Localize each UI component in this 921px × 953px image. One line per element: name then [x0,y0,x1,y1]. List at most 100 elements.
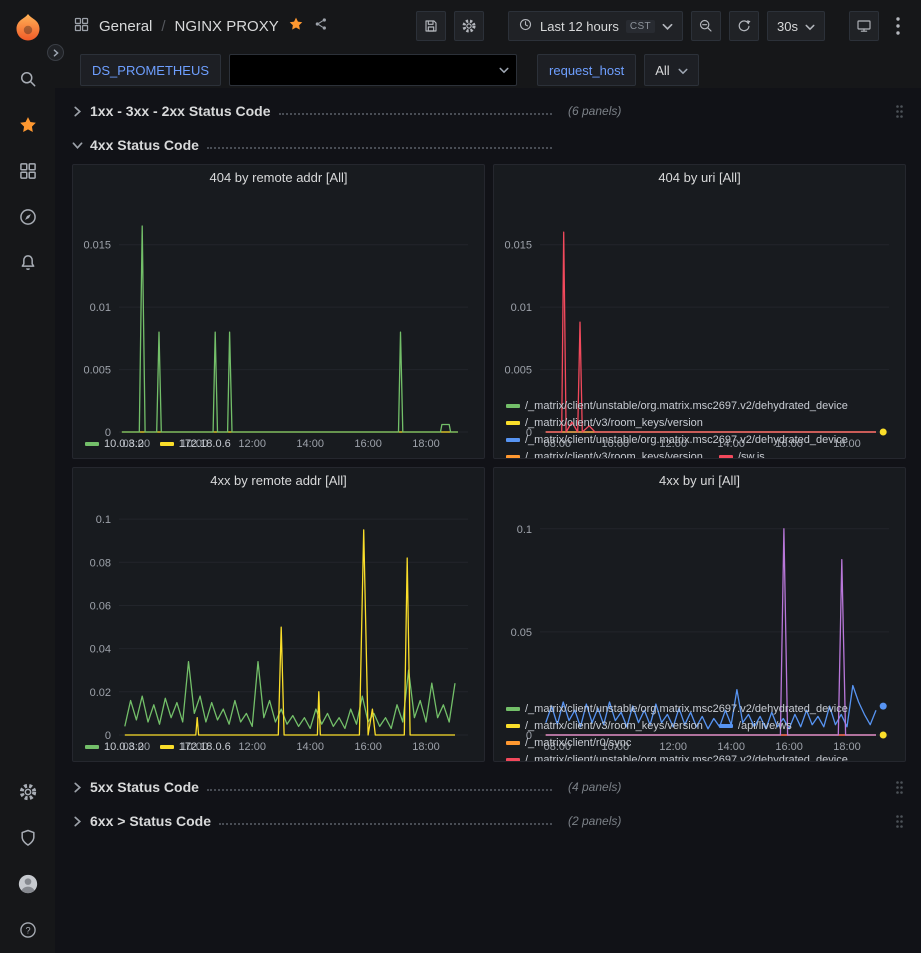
row-4xx-status-code[interactable]: 4xx Status Code [72,130,906,160]
save-dashboard-button[interactable] [416,11,446,41]
legend-item[interactable]: /_matrix/client/v3/room_keys/version [506,415,703,431]
svg-text:0.06: 0.06 [90,601,111,613]
clock-icon [518,17,533,35]
legend-item[interactable]: /_matrix/client/v3/room_keys/version [506,718,703,734]
row-panel-count: (4 panels) [568,780,621,794]
share-icon[interactable] [313,16,329,36]
svg-text:0.05: 0.05 [511,627,532,639]
row-title: 1xx - 3xx - 2xx Status Code [90,103,271,119]
panel-title[interactable]: 404 by uri [All] [494,165,905,191]
svg-text:0.02: 0.02 [90,687,111,699]
legend-item[interactable]: /_matrix/client/unstable/org.matrix.msc2… [506,752,848,762]
dashboards-icon[interactable] [0,148,55,194]
legend-item[interactable]: /api/live/ws [719,718,792,734]
sidebar-expand-button[interactable] [47,44,64,61]
dashboard-settings-gear-icon[interactable] [454,11,484,41]
svg-text:?: ? [25,925,30,935]
kebab-menu-icon[interactable] [887,11,909,41]
grafana-logo[interactable] [0,0,55,56]
help-icon[interactable]: ? [0,907,55,953]
panel-title[interactable]: 404 by remote addr [All] [73,165,484,191]
legend-item[interactable]: 172.18.0.6 [160,739,231,755]
panel-404-by-remote-addr: 404 by remote addr [All] 00.0050.010.015… [72,164,485,459]
dashboard-header: General / NGINX PROXY [55,0,921,52]
page-title[interactable]: NGINX PROXY [175,18,279,35]
panel-404-by-uri: 404 by uri [All] 00.0050.010.01508:0010:… [493,164,906,459]
timeseries-chart[interactable]: 00.050.108:0010:0012:0014:0016:0018:00 [494,494,905,699]
legend-item[interactable]: /_matrix/client/unstable/org.matrix.msc2… [506,701,848,717]
timeseries-chart[interactable]: 00.020.040.060.080.108:0010:0012:0014:00… [73,494,484,737]
refresh-icon[interactable] [729,11,759,41]
chart-legend: /_matrix/client/unstable/org.matrix.msc2… [494,699,905,762]
legend-swatch [160,442,174,446]
row-dots [207,789,552,791]
row-title: 6xx > Status Code [90,813,211,829]
chevron-right-icon [72,816,90,827]
legend-item[interactable]: /sw.js [719,449,765,459]
legend-swatch [506,724,520,728]
admin-shield-icon[interactable] [0,815,55,861]
row-6xx-status-code[interactable]: 6xx > Status Code (2 panels) [72,806,906,836]
svg-text:0.005: 0.005 [504,365,532,377]
legend-label: /_matrix/client/unstable/org.matrix.msc2… [525,701,848,717]
sidebar: ? [0,0,55,953]
svg-text:0.01: 0.01 [511,302,532,314]
legend-swatch [506,421,520,425]
starred-dashboards-icon[interactable] [0,102,55,148]
legend-label: /sw.js [738,449,765,459]
alerting-bell-icon[interactable] [0,240,55,286]
breadcrumb-section[interactable]: General [99,18,152,35]
legend-swatch [719,455,733,459]
svg-text:0.015: 0.015 [504,240,532,252]
legend-item[interactable]: 10.0.3.2 [85,436,144,452]
drag-handle-icon[interactable] [895,814,904,829]
timeseries-chart[interactable]: 00.0050.010.01508:0010:0012:0014:0016:00… [494,191,905,396]
legend-item[interactable]: /_matrix/client/r0/sync [506,735,631,751]
chevron-down-icon [492,67,516,74]
zoom-out-time-icon[interactable] [691,11,721,41]
legend-item[interactable]: 172.18.0.6 [160,436,231,452]
svg-text:0.1: 0.1 [517,524,532,536]
favorite-star-icon[interactable] [288,16,304,36]
cycle-view-monitor-icon[interactable] [849,11,879,41]
panels-grid: 404 by remote addr [All] 00.0050.010.015… [72,164,906,762]
svg-text:0.08: 0.08 [90,557,111,569]
legend-label: /_matrix/client/unstable/org.matrix.msc2… [525,432,848,448]
legend-item[interactable]: 10.0.3.2 [85,739,144,755]
apps-icon [73,16,90,37]
row-panel-count: (6 panels) [568,104,621,118]
breadcrumb: General / NGINX PROXY [73,16,329,37]
datasource-variable-label[interactable]: DS_PROMETHEUS [80,54,221,86]
request-host-variable-label[interactable]: request_host [537,54,636,86]
datasource-variable-select[interactable] [229,54,517,86]
chevron-down-icon [72,140,90,151]
chevron-down-icon [805,19,815,34]
legend-item[interactable]: /_matrix/client/v3/room_keys/version [506,449,703,459]
legend-label: /_matrix/client/v3/room_keys/version [525,449,703,459]
avatar[interactable] [0,861,55,907]
row-1xx-3xx-2xx-status-code[interactable]: 1xx - 3xx - 2xx Status Code (6 panels) [72,96,906,126]
legend-swatch [160,745,174,749]
panel-title[interactable]: 4xx by remote addr [All] [73,468,484,494]
row-dots [219,823,552,825]
request-host-variable-select[interactable]: All [644,54,698,86]
dashboard-variables-bar: DS_PROMETHEUS request_host All [55,52,921,88]
row-dots [279,113,552,115]
drag-handle-icon[interactable] [895,104,904,119]
drag-handle-icon[interactable] [895,780,904,795]
legend-label: 172.18.0.6 [179,739,231,755]
row-5xx-status-code[interactable]: 5xx Status Code (4 panels) [72,772,906,802]
timeseries-chart[interactable]: 00.0050.010.01508:0010:0012:0014:0016:00… [73,191,484,434]
config-gear-icon[interactable] [0,769,55,815]
refresh-interval-dropdown[interactable]: 30s [767,11,825,41]
chevron-down-icon [662,19,673,34]
explore-compass-icon[interactable] [0,194,55,240]
legend-label: 10.0.3.2 [104,436,144,452]
chevron-right-icon [72,106,90,117]
time-range-picker[interactable]: Last 12 hours CST [508,11,683,41]
search-icon[interactable] [0,56,55,102]
legend-item[interactable]: /_matrix/client/unstable/org.matrix.msc2… [506,432,848,448]
panel-title[interactable]: 4xx by uri [All] [494,468,905,494]
legend-item[interactable]: /_matrix/client/unstable/org.matrix.msc2… [506,398,848,414]
svg-text:0.015: 0.015 [83,240,111,252]
